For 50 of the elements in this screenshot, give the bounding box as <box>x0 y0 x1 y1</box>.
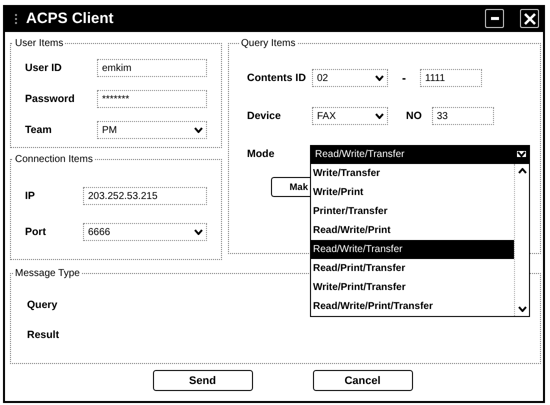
group-title: Query Items <box>240 38 296 49</box>
chevron-down-icon <box>194 229 203 235</box>
dropdown-option[interactable]: Read/Print/Transfer <box>311 259 514 278</box>
chevron-up-icon <box>518 168 526 174</box>
field-label: User ID <box>25 62 63 74</box>
field-label: Device <box>247 110 282 122</box>
dropdown[interactable]: Read/Write/Transfer <box>310 145 530 163</box>
group-title: Message Type <box>14 268 81 279</box>
dropdown-option[interactable]: Read/Write/Transfer <box>311 240 514 259</box>
field-label: Port <box>24 226 47 238</box>
dropdown-option[interactable]: Write/Transfer <box>311 164 514 183</box>
chevron-down-icon <box>375 75 384 81</box>
chevron-down-icon <box>518 306 526 312</box>
dialog-button[interactable]: Cancel <box>312 370 412 391</box>
scrollbar[interactable] <box>514 164 529 316</box>
dropdown[interactable]: FAX <box>312 107 388 125</box>
minimize-icon <box>490 17 498 20</box>
field-label: Mode <box>247 148 276 160</box>
dialog-button[interactable]: Send <box>152 370 252 391</box>
field-label: Password <box>25 93 76 105</box>
input-field[interactable]: ******* <box>97 90 207 108</box>
chevron-down-icon <box>194 127 203 133</box>
input-field[interactable]: emkim <box>97 59 207 77</box>
dropdown[interactable]: PM <box>97 121 207 139</box>
field-label: Query <box>27 299 58 311</box>
window-title: ACPS Client <box>26 10 114 27</box>
input-field[interactable]: 33 <box>432 107 494 125</box>
make-button[interactable]: Mak <box>271 177 312 197</box>
dropdown-option[interactable]: Write/Print <box>311 183 514 202</box>
group-title: User Items <box>14 38 64 49</box>
dropdown-option[interactable]: Printer/Transfer <box>311 202 514 221</box>
grip-icon <box>15 14 18 24</box>
dropdown-option[interactable]: Write/Print/Transfer <box>311 278 514 297</box>
field-label: Result <box>27 329 60 341</box>
field-label: Contents ID <box>247 72 307 84</box>
dropdown-option[interactable]: Read/Write/Print/Transfer <box>311 297 514 316</box>
input-field[interactable]: 203.252.53.215 <box>83 187 207 205</box>
close-button[interactable] <box>520 9 539 28</box>
input-field[interactable]: 1111 <box>420 69 482 87</box>
dropdown-option[interactable]: Read/Write/Print <box>311 221 514 240</box>
chevron-down-icon <box>517 151 526 157</box>
dropdown[interactable]: 02 <box>312 69 388 87</box>
separator-text: - <box>402 71 406 85</box>
field-label: Team <box>25 124 53 136</box>
minimize-button[interactable] <box>485 9 504 28</box>
dropdown[interactable]: 6666 <box>83 223 207 241</box>
field-label: IP <box>24 190 36 202</box>
field-label: NO <box>406 110 422 122</box>
chevron-down-icon <box>375 113 384 119</box>
group-title: Connection Items <box>14 154 94 165</box>
